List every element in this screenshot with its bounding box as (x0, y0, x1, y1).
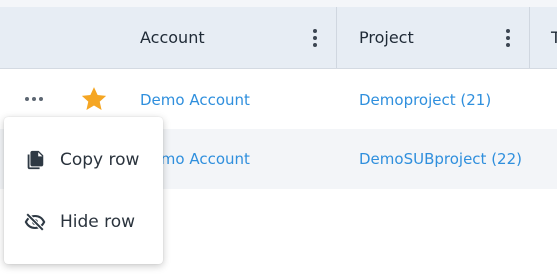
row-actions-icon[interactable] (25, 97, 43, 101)
column-header-label: Account (140, 28, 205, 47)
table-header: Account Project T (0, 7, 557, 69)
star-icon[interactable] (80, 85, 108, 113)
project-link[interactable]: DemoSUBproject (22) (359, 150, 522, 168)
copy-row-menu-item[interactable]: Copy row (4, 132, 163, 188)
column-header-project[interactable]: Project (359, 7, 414, 68)
top-strip (0, 0, 557, 7)
copy-row-label: Copy row (60, 150, 140, 170)
column-divider[interactable] (529, 7, 530, 68)
hide-row-menu-item[interactable]: Hide row (4, 194, 163, 250)
account-column-menu-icon[interactable] (309, 28, 321, 48)
column-header-label: T (551, 28, 557, 47)
project-link[interactable]: Demoproject (21) (359, 91, 491, 109)
column-header-account[interactable]: Account (140, 7, 205, 68)
copy-icon (27, 150, 44, 170)
column-header-label: Project (359, 28, 414, 47)
row-context-menu: Copy row Hide row (4, 117, 163, 264)
hide-row-label: Hide row (60, 212, 136, 232)
eye-off-icon (24, 212, 46, 232)
project-column-menu-icon[interactable] (502, 28, 514, 48)
account-link[interactable]: Demo Account (140, 91, 250, 109)
column-header-t[interactable]: T (551, 7, 557, 68)
column-divider[interactable] (336, 7, 337, 68)
